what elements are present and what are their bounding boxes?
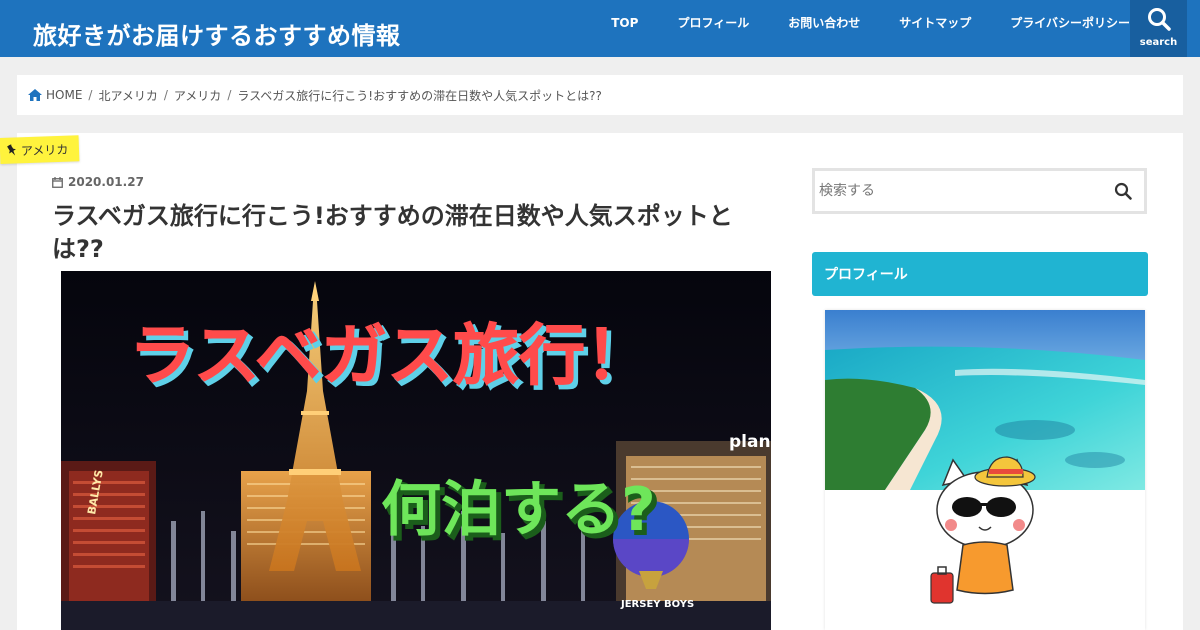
category-text: アメリカ bbox=[20, 142, 69, 158]
eyecatch-sign-jersey: JERSEY BOYS bbox=[620, 599, 694, 610]
search-icon[interactable] bbox=[1114, 182, 1132, 200]
search-label: search bbox=[1139, 37, 1178, 48]
sidebar-search-input[interactable] bbox=[815, 171, 1105, 211]
breadcrumb-separator: / bbox=[163, 88, 168, 102]
category-label[interactable]: アメリカ bbox=[0, 135, 80, 164]
breadcrumb-separator: / bbox=[88, 88, 93, 102]
breadcrumb-separator: / bbox=[227, 88, 232, 102]
eyecatch-headline: ラスベガス旅行！ bbox=[129, 317, 651, 394]
eyecatch-subheadline: 何泊する? bbox=[381, 475, 656, 545]
nav-top[interactable]: TOP bbox=[611, 16, 638, 30]
profile-image bbox=[825, 310, 1145, 630]
site-title[interactable]: 旅好きがお届けするおすすめ情報 bbox=[33, 16, 401, 51]
nav-sitemap[interactable]: サイトマップ bbox=[899, 14, 971, 31]
pin-icon bbox=[7, 144, 16, 156]
nav-privacy-policy[interactable]: プライバシーポリシー bbox=[1010, 14, 1130, 31]
breadcrumb-america[interactable]: アメリカ bbox=[174, 87, 221, 104]
eyecatch-image: BALLYS plan JERSEY BOYS ラスベガス旅行！ ラスベガス旅行… bbox=[61, 271, 771, 630]
site-header: 旅好きがお届けするおすすめ情報 TOP プロフィール お問い合わせ サイトマップ… bbox=[0, 0, 1200, 57]
post-date: 2020.01.27 bbox=[52, 175, 144, 189]
calendar-icon bbox=[52, 176, 63, 188]
post-date-text: 2020.01.27 bbox=[68, 175, 144, 189]
breadcrumb-home[interactable]: HOME bbox=[46, 88, 82, 102]
global-nav: TOP プロフィール お問い合わせ サイトマップ プライバシーポリシー bbox=[572, 0, 1130, 45]
eyecatch-sign-planet: plan bbox=[729, 432, 771, 452]
header-search-button[interactable]: search bbox=[1130, 0, 1187, 57]
nav-contact[interactable]: お問い合わせ bbox=[788, 14, 860, 31]
post-title: ラスベガス旅行に行こう!おすすめの滞在日数や人気スポットとは?? bbox=[52, 202, 733, 263]
breadcrumb-current-page: ラスベガス旅行に行こう!おすすめの滞在日数や人気スポットとは?? bbox=[237, 88, 602, 103]
breadcrumb-north-america[interactable]: 北アメリカ bbox=[98, 87, 157, 104]
profile-widget-heading: プロフィール bbox=[812, 252, 1148, 296]
nav-profile[interactable]: プロフィール bbox=[677, 14, 749, 31]
home-icon bbox=[28, 89, 42, 101]
search-icon bbox=[1148, 8, 1171, 31]
sidebar-search-box bbox=[812, 168, 1147, 214]
breadcrumb: HOME / 北アメリカ / アメリカ / ラスベガス旅行に行こう!おすすめの滞… bbox=[17, 75, 1183, 115]
